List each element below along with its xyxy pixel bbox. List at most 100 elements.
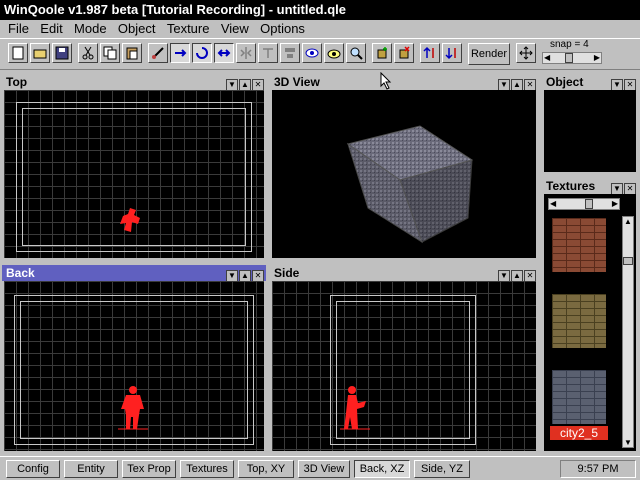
texture-label: city2_3 <box>559 350 599 364</box>
menu-options[interactable]: Options <box>256 20 309 38</box>
texture-label: city2_2 <box>559 274 599 288</box>
add-brush-icon <box>377 47 387 59</box>
window-title: WinQoole v1.987 beta [Tutorial Recording… <box>0 0 640 20</box>
menu-texture[interactable]: Texture <box>163 20 214 38</box>
menu-view[interactable]: View <box>217 20 253 38</box>
scroll-thumb[interactable] <box>623 257 633 265</box>
eye-icon <box>305 48 319 58</box>
menu-file[interactable]: File <box>4 20 33 38</box>
textures-panel: Textures ▼ ✕ ◀ ▶ ▲ ▼ city2_2 city2_3 city… <box>542 178 638 453</box>
menu-mode[interactable]: Mode <box>70 20 111 38</box>
object-panel: Object ▼ ✕ <box>542 74 638 174</box>
taskbar-button-side-yz[interactable]: Side, YZ <box>414 460 470 478</box>
taskbar-button-tex-prop[interactable]: Tex Prop <box>122 460 176 478</box>
taskbar-clock: 9:57 PM <box>560 460 636 478</box>
side-view-panel: Side ▼ ▲ ✕ <box>270 265 538 453</box>
snap-slider[interactable]: ◀ ▶ <box>542 52 602 64</box>
3d-view-canvas[interactable] <box>272 90 536 258</box>
align-tool-button[interactable] <box>280 43 300 63</box>
texture-swatch <box>552 218 606 272</box>
back-view-window-buttons: ▼ ▲ ✕ <box>225 267 264 282</box>
mouse-cursor-icon <box>380 72 392 90</box>
textures-hscrollbar[interactable]: ◀ ▶ <box>548 198 620 210</box>
copy-button[interactable] <box>100 43 120 63</box>
texture-label-selected: city2_5 <box>550 426 608 440</box>
brush-tool-button[interactable] <box>148 43 168 63</box>
side-view-canvas[interactable] <box>272 281 536 451</box>
object-window-buttons: ▼ ✕ <box>610 76 636 91</box>
mirror-icon <box>263 48 273 58</box>
player-entity-icon[interactable] <box>338 385 372 431</box>
zoom-button[interactable] <box>346 43 366 63</box>
player-entity-icon[interactable] <box>118 206 148 238</box>
3d-view-panel: 3D View ▼ ▲ ✕ <box>270 74 538 260</box>
align-icon <box>285 48 295 58</box>
delete-brush-button[interactable] <box>394 43 414 63</box>
camera-tool-button[interactable] <box>324 43 344 63</box>
scroll-right-arrow-icon[interactable]: ▶ <box>612 199 618 209</box>
taskbar: Config Entity Tex Prop Textures Top, XY … <box>0 456 640 480</box>
scroll-left-arrow-icon[interactable]: ◀ <box>550 199 556 209</box>
mirror-tool-button[interactable] <box>258 43 278 63</box>
render-button[interactable]: Render <box>468 43 510 65</box>
taskbar-button-config[interactable]: Config <box>6 460 60 478</box>
taskbar-button-textures[interactable]: Textures <box>180 460 234 478</box>
camera-eye-icon <box>327 49 341 59</box>
taskbar-button-3d-view[interactable]: 3D View <box>298 460 350 478</box>
scale-tool-button[interactable] <box>214 43 234 63</box>
textures-window-buttons: ▼ ✕ <box>610 180 636 195</box>
scroll-up-arrow-icon[interactable]: ▲ <box>624 217 632 226</box>
scissors-icon <box>82 46 94 60</box>
paste-button[interactable] <box>122 43 142 63</box>
snap-label: snap = 4 <box>550 39 589 50</box>
menu-object[interactable]: Object <box>114 20 160 38</box>
magnifier-icon <box>350 47 363 60</box>
move-arrow-icon <box>175 49 187 57</box>
texture-item[interactable]: city2_3 <box>550 294 608 364</box>
new-file-icon <box>12 46 24 60</box>
scroll-down-arrow-icon[interactable]: ▼ <box>624 438 632 447</box>
flip-tool-button[interactable] <box>236 43 256 63</box>
save-file-button[interactable] <box>52 43 72 63</box>
textures-vscrollbar[interactable]: ▲ ▼ <box>622 216 634 448</box>
texture-item[interactable]: city2_2 <box>550 218 608 288</box>
taskbar-button-top-xy[interactable]: Top, XY <box>238 460 294 478</box>
delete-icon <box>399 46 410 59</box>
add-brush-button[interactable] <box>372 43 392 63</box>
3d-view-window-buttons: ▼ ▲ ✕ <box>497 76 536 91</box>
sort-up-button[interactable] <box>420 43 440 63</box>
taskbar-button-entity[interactable]: Entity <box>64 460 118 478</box>
top-view-canvas[interactable] <box>4 90 264 258</box>
sort-up-icon <box>423 46 434 58</box>
view-tool-button[interactable] <box>302 43 322 63</box>
textures-list: ◀ ▶ ▲ ▼ city2_2 city2_3 city2_5 <box>544 194 636 451</box>
pan-arrows-icon <box>519 46 533 60</box>
new-file-button[interactable] <box>8 43 28 63</box>
side-view-window-buttons: ▼ ▲ ✕ <box>497 267 536 282</box>
taskbar-button-back-xz[interactable]: Back, XZ <box>354 460 410 478</box>
open-file-button[interactable] <box>30 43 50 63</box>
pan-tool-button[interactable] <box>516 43 536 63</box>
menu-bar: File Edit Mode Object Texture View Optio… <box>0 20 640 38</box>
rotate-tool-button[interactable] <box>192 43 212 63</box>
move-tool-button[interactable] <box>170 43 190 63</box>
top-view-window-buttons: ▼ ▲ ✕ <box>225 76 264 91</box>
slider-thumb[interactable] <box>565 53 573 63</box>
sort-down-button[interactable] <box>442 43 462 63</box>
player-entity-icon[interactable] <box>116 385 150 431</box>
copy-icon <box>103 46 117 60</box>
back-view-canvas[interactable] <box>4 281 264 451</box>
object-panel-content <box>544 90 636 172</box>
scroll-thumb[interactable] <box>585 199 593 209</box>
textured-cube <box>346 125 474 244</box>
rotate-icon <box>196 47 208 59</box>
menu-edit[interactable]: Edit <box>36 20 66 38</box>
slider-left-arrow-icon[interactable]: ◀ <box>544 53 550 63</box>
cut-button[interactable] <box>78 43 98 63</box>
paste-icon <box>126 47 138 60</box>
slider-right-arrow-icon[interactable]: ▶ <box>594 53 600 63</box>
sort-down-icon <box>445 48 456 60</box>
brush-icon <box>152 47 164 59</box>
texture-item[interactable]: city2_5 <box>550 370 608 440</box>
top-view-panel: Top ▼ ▲ ✕ <box>2 74 266 260</box>
